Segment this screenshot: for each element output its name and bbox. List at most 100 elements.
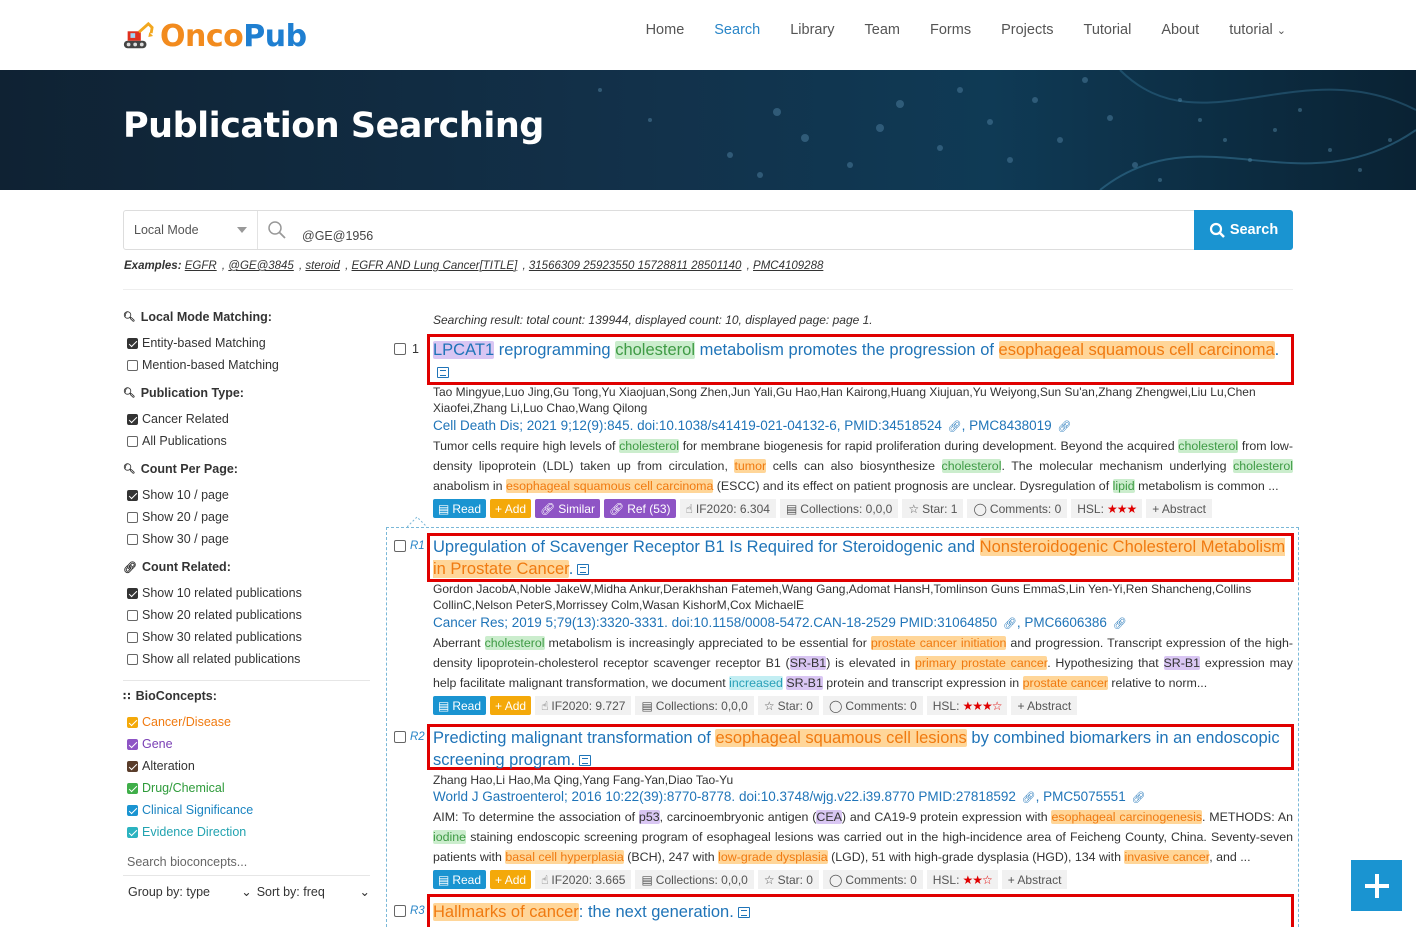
bioconcept-cancer-disease[interactable]: Cancer/Disease [123,711,370,733]
nav-user-menu[interactable]: tutorial ⌄ [1229,22,1286,38]
star-count[interactable]: ☆ Star: 0 [757,696,819,715]
collections-count[interactable]: ▤ Collections: 0,0,0 [779,499,899,518]
read-button[interactable]: ▤ Read [433,696,487,715]
checkbox[interactable] [127,337,138,349]
checkbox[interactable] [127,738,138,750]
result-checkbox[interactable] [394,905,406,917]
result-checkbox[interactable] [394,343,406,355]
option-10-related[interactable]: Show 10 related publications [123,582,370,604]
checkbox[interactable] [127,359,138,371]
nav-home[interactable]: Home [646,22,685,38]
example-link[interactable]: EGFR AND Lung Cancer[TITLE] [352,260,518,272]
nav-projects[interactable]: Projects [1001,22,1053,38]
checkbox[interactable] [127,533,138,545]
result-journal[interactable]: Cancer Res; 2019 5;79(13):3320-3331. doi… [433,615,1127,630]
book-icon: ▤ [438,872,450,887]
option-entity-matching[interactable]: Entity-based Matching [123,332,370,354]
sort-by-select[interactable]: Sort by: freq ⌄ [257,884,370,899]
checkbox[interactable] [127,782,138,794]
comments-count[interactable]: ◯ Comments: 0 [822,696,923,715]
nav-forms[interactable]: Forms [930,22,971,38]
nav-team[interactable]: Team [865,22,900,38]
result-abstract: Aberrant cholesterol metabolism is incre… [433,636,1293,690]
result-title[interactable]: Predicting malignant transformation of e… [433,727,1293,771]
example-link[interactable]: PMC4109288 [753,260,823,272]
checkbox[interactable] [127,653,138,665]
oncopub-logo[interactable]: OncoPub [122,16,307,56]
checkbox[interactable] [127,435,138,447]
read-button[interactable]: ▤ Read [433,499,487,518]
search-button[interactable]: Search [1194,210,1293,250]
comments-count[interactable]: ◯ Comments: 0 [967,499,1068,518]
comments-count[interactable]: ◯ Comments: 0 [822,870,923,889]
option-20-per-page[interactable]: Show 20 / page [123,506,370,528]
option-all-related[interactable]: Show all related publications [123,648,370,670]
result-checkbox[interactable] [394,731,406,743]
checkbox[interactable] [127,631,138,643]
document-icon[interactable] [577,564,590,576]
document-icon[interactable] [737,907,750,919]
abstract-toggle[interactable]: + Abstract [1001,870,1068,889]
hsl-rating: HSL: ★★★☆ [926,696,1008,715]
comment-icon: ◯ [828,872,843,887]
result-journal[interactable]: World J Gastroenterol; 2016 10:22(39):87… [433,789,1145,804]
checkbox[interactable] [127,804,138,816]
bioconcept-clinical-significance[interactable]: Clinical Significance [123,799,370,821]
example-link[interactable]: EGFR [185,260,217,272]
collections-count[interactable]: ▤ Collections: 0,0,0 [635,696,754,715]
example-link[interactable]: @GE@3845 [228,260,294,272]
bioconcept-alteration[interactable]: Alteration [123,755,370,777]
option-10-per-page[interactable]: Show 10 / page [123,484,370,506]
add-button[interactable]: + Add [490,696,532,715]
add-button[interactable]: + Add [490,499,532,518]
option-30-per-page[interactable]: Show 30 / page [123,528,370,550]
checkbox[interactable] [127,413,138,425]
result-title[interactable]: Hallmarks of cancer: the next generation… [433,901,1293,923]
search-mode-select[interactable]: Local Mode [124,211,258,249]
result-title[interactable]: Upregulation of Scavenger Receptor B1 Is… [433,536,1293,580]
option-20-related[interactable]: Show 20 related publications [123,604,370,626]
checkbox[interactable] [127,609,138,621]
bioconcept-evidence-direction[interactable]: Evidence Direction [123,821,370,843]
checkbox[interactable] [127,587,138,599]
nav-search[interactable]: Search [714,22,760,38]
result-actions: ▤ Read + Add 🔗︎ Similar 🔗︎ Ref (53) ☝ IF2020… [433,499,1212,518]
read-button[interactable]: ▤ Read [433,870,487,889]
option-all-publications[interactable]: All Publications [123,430,370,452]
abstract-toggle[interactable]: + Abstract [1146,499,1212,518]
nav-tutorial[interactable]: Tutorial [1084,22,1132,38]
add-button[interactable]: + Add [490,870,532,889]
bioconcept-search-input[interactable]: Search bioconcepts... [123,849,370,876]
option-mention-matching[interactable]: Mention-based Matching [123,354,370,376]
result-journal[interactable]: Cell Death Dis; 2021 9;12(9):845. doi:10… [433,418,1071,433]
document-icon[interactable] [437,367,449,379]
result-checkbox[interactable] [394,540,406,552]
abstract-toggle[interactable]: + Abstract [1011,696,1078,715]
checkbox[interactable] [127,826,138,838]
star-count[interactable]: ☆ Star: 1 [902,499,964,518]
star-count[interactable]: ☆ Star: 0 [757,870,819,889]
search-input[interactable] [292,211,1194,249]
checkbox[interactable] [127,489,138,501]
example-link[interactable]: 31566309 25923550 15728811 28501140 [529,260,742,272]
document-icon[interactable] [579,755,592,767]
checkbox[interactable] [127,511,138,523]
similar-button[interactable]: 🔗︎ Similar [535,499,600,518]
option-30-related[interactable]: Show 30 related publications [123,626,370,648]
floating-add-button[interactable] [1351,860,1402,911]
nav-about[interactable]: About [1161,22,1199,38]
divider [123,289,1293,290]
checkbox[interactable] [127,716,138,728]
ref-button[interactable]: 🔗︎ Ref (53) [603,499,676,518]
result-number: 1 [412,342,419,356]
collections-count[interactable]: ▤ Collections: 0,0,0 [635,870,754,889]
example-link[interactable]: steroid [305,260,340,272]
option-cancer-related[interactable]: Cancer Related [123,408,370,430]
result-title[interactable]: LPCAT1 reprogramming cholesterol metabol… [433,339,1293,383]
bioconcept-drug-chemical[interactable]: Drug/Chemical [123,777,370,799]
checkbox[interactable] [127,760,138,772]
group-by-select[interactable]: Group by: type ⌄ [128,884,252,899]
bioconcept-gene[interactable]: Gene [123,733,370,755]
nav-library[interactable]: Library [790,22,834,38]
result-authors: Zhang Hao,Li Hao,Ma Qing,Yang Fang-Yan,D… [433,773,734,787]
